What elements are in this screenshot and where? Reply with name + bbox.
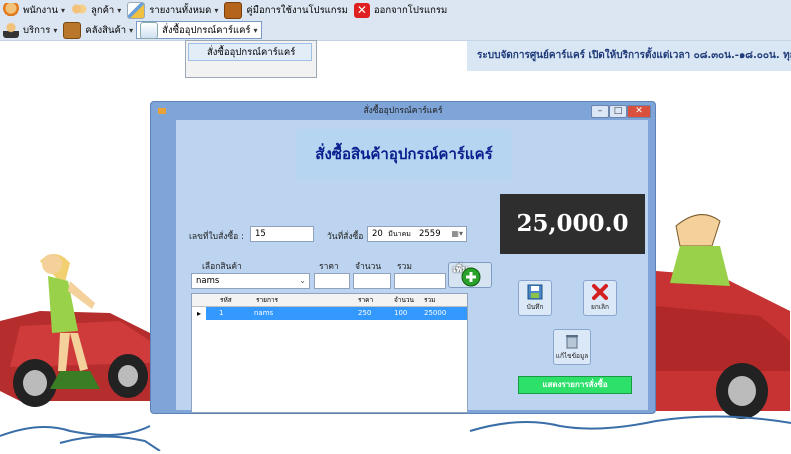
price-field[interactable] bbox=[314, 273, 350, 289]
main-menubar: พนักงาน ▾ ลูกค้า ▾ รายงานทั้งหมด ▾ คู่มือกา… bbox=[0, 0, 791, 21]
chevron-down-icon: ▾ bbox=[60, 5, 65, 15]
menu-reports-label: รายงานทั้งหมด bbox=[149, 4, 212, 16]
date-year: 2559 bbox=[418, 229, 441, 239]
menu-exit-label: ออกจากโปรแกรม bbox=[373, 4, 448, 16]
cancel-button[interactable]: ยกเลิก bbox=[583, 280, 617, 316]
date-day: 20 bbox=[372, 229, 383, 239]
chevron-down-icon: ▾ bbox=[117, 5, 122, 15]
product-select[interactable]: nams ⌄ bbox=[191, 273, 310, 289]
menu-manual-label: คู่มือการใช้งานโปรแกรม bbox=[246, 4, 348, 16]
col-header-code[interactable]: รหัส bbox=[220, 294, 232, 306]
edit-bin-icon bbox=[566, 335, 578, 349]
col-header-sum[interactable]: รวม bbox=[424, 294, 435, 306]
chevron-down-icon: ⌄ bbox=[299, 276, 306, 285]
table-row[interactable]: ▸ 1 nams 250 100 25000 bbox=[192, 307, 467, 320]
order-items-grid[interactable]: รหัส รายการ ราคา จำนวน รวม ▸ 1 nams 250 … bbox=[191, 293, 468, 413]
secondary-menubar: บริการ ▾ คลังสินค้า ▾ สั่งซื้ออุปกรณ์คาร์แ… bbox=[0, 20, 791, 41]
employee-icon bbox=[3, 2, 19, 18]
product-select-value: nams bbox=[196, 276, 220, 286]
edit-button[interactable]: แก้ไขข้อมูล bbox=[553, 329, 591, 365]
save-button[interactable]: บันทึก bbox=[518, 280, 552, 316]
order-date-picker[interactable]: 20 มีนาคม 2559 ▦▾ bbox=[367, 226, 467, 242]
chevron-down-icon: ▾ bbox=[253, 25, 258, 35]
exit-x-icon: ✕ bbox=[353, 2, 370, 18]
status-banner: ระบบจัดการศูนย์คาร์แคร์ เปิดให้บริการตั้… bbox=[467, 41, 791, 71]
menu-employee[interactable]: พนักงาน ▾ bbox=[0, 1, 68, 19]
order-document-icon bbox=[140, 21, 159, 39]
cell-sum: 25000 bbox=[424, 309, 447, 317]
warehouse-box-icon bbox=[63, 21, 82, 39]
menu-exit[interactable]: ✕ ออกจากโปรแกรม bbox=[351, 1, 450, 19]
calendar-icon[interactable]: ▦▾ bbox=[451, 227, 463, 241]
sum-label: รวม bbox=[397, 262, 412, 272]
order-no-field[interactable]: 15 bbox=[250, 226, 314, 242]
plus-circle-icon bbox=[461, 267, 481, 287]
maximize-button[interactable]: □ bbox=[609, 105, 627, 118]
close-button[interactable]: ✕ bbox=[627, 105, 651, 118]
edit-button-label: แก้ไขข้อมูล bbox=[555, 352, 589, 360]
grid-header: รหัส รายการ ราคา จำนวน รวม bbox=[192, 294, 467, 307]
menu-warehouse[interactable]: คลังสินค้า ▾ bbox=[60, 21, 136, 39]
customers-icon bbox=[71, 2, 87, 18]
form-header: สั่งซื้อสินค้าอุปกรณ์คาร์แคร์ bbox=[296, 129, 512, 179]
cell-code: 1 bbox=[219, 309, 224, 317]
date-month: มีนาคม bbox=[388, 230, 411, 238]
col-header-qty[interactable]: จำนวน bbox=[394, 294, 414, 306]
sum-field[interactable] bbox=[394, 273, 446, 289]
window-title: สั่งซื้ออุปกรณ์คาร์แคร์ bbox=[363, 106, 443, 116]
chevron-down-icon: ▾ bbox=[129, 25, 134, 35]
dropdown-item-order-equipment[interactable]: สั่งซื้ออุปกรณ์คาร์แคร์ bbox=[188, 43, 312, 61]
menu-service[interactable]: บริการ ▾ bbox=[0, 21, 60, 39]
service-person-icon bbox=[3, 22, 19, 38]
cell-item: nams bbox=[254, 309, 274, 317]
report-icon bbox=[127, 1, 146, 19]
menu-manual[interactable]: คู่มือการใช้งานโปรแกรม bbox=[221, 1, 351, 19]
cell-qty: 100 bbox=[394, 309, 408, 317]
menu-service-label: บริการ bbox=[23, 24, 51, 36]
row-body: 1 nams 250 100 25000 bbox=[206, 307, 467, 320]
qty-field[interactable] bbox=[353, 273, 391, 289]
chevron-down-icon: ▾ bbox=[53, 25, 58, 35]
add-button[interactable]: เพิ่ม bbox=[448, 262, 492, 288]
menu-reports[interactable]: รายงานทั้งหมด ▾ bbox=[124, 1, 221, 19]
cell-price: 250 bbox=[358, 309, 372, 317]
show-orders-button[interactable]: แสดงรายการสั่งซื้อ bbox=[518, 376, 632, 394]
save-button-label: บันทึก bbox=[526, 303, 544, 311]
col-header-price[interactable]: ราคา bbox=[358, 294, 373, 306]
menu-customers-label: ลูกค้า bbox=[91, 4, 115, 16]
order-dropdown-menu: สั่งซื้ออุปกรณ์คาร์แคร์ bbox=[185, 40, 317, 78]
menu-order-equipment-label: สั่งซื้ออุปกรณ์คาร์แคร์ bbox=[162, 24, 251, 36]
order-no-label: เลขที่ใบสั่งซื้อ : bbox=[189, 232, 244, 242]
menu-order-equipment[interactable]: สั่งซื้ออุปกรณ์คาร์แคร์ ▾ bbox=[136, 21, 262, 39]
price-label: ราคา bbox=[319, 262, 339, 272]
menu-customers[interactable]: ลูกค้า ▾ bbox=[68, 1, 124, 19]
save-disk-icon bbox=[527, 284, 543, 300]
total-display: 25,000.0 bbox=[500, 194, 645, 254]
chevron-down-icon: ▾ bbox=[214, 5, 219, 15]
row-selector-arrow-icon: ▸ bbox=[192, 307, 207, 320]
col-header-item[interactable]: รายการ bbox=[256, 294, 278, 306]
minimize-button[interactable]: – bbox=[591, 105, 609, 118]
qty-label: จำนวน bbox=[355, 262, 382, 272]
product-label: เลือกสินค้า bbox=[202, 262, 242, 272]
cancel-x-icon bbox=[592, 284, 608, 300]
manual-book-icon bbox=[224, 1, 243, 19]
cancel-button-label: ยกเลิก bbox=[591, 303, 609, 311]
menu-employee-label: พนักงาน bbox=[23, 4, 58, 16]
order-date-label: วันที่สั่งซื้อ : bbox=[327, 232, 369, 242]
menu-warehouse-label: คลังสินค้า bbox=[85, 24, 127, 36]
